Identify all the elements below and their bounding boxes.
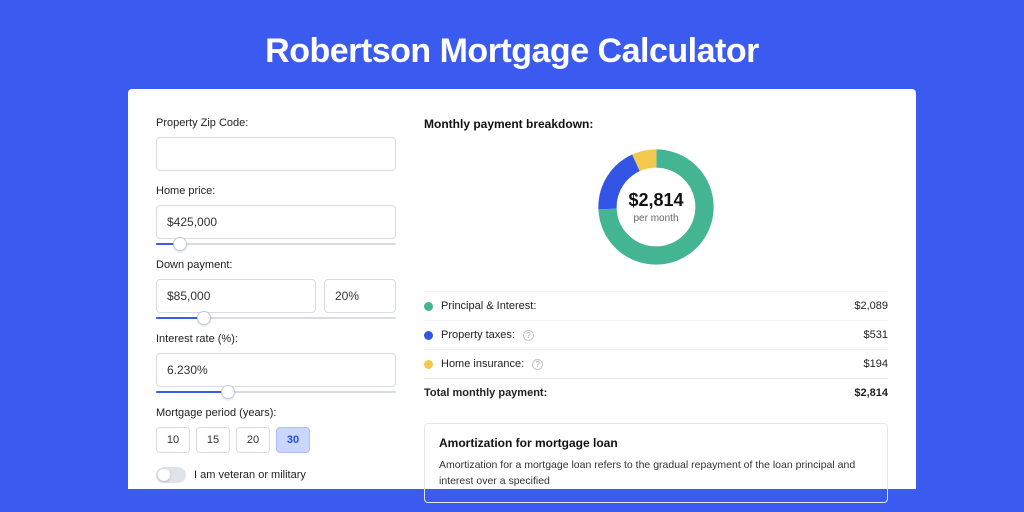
calculator-card: Property Zip Code: Home price: Down paym… [128, 89, 916, 489]
down-payment-slider-thumb[interactable] [197, 311, 211, 325]
legend-total-value: $2,814 [854, 387, 888, 399]
legend-row-total: Total monthly payment: $2,814 [424, 378, 888, 407]
donut-sub: per month [633, 213, 678, 224]
legend-total-label: Total monthly payment: [424, 387, 547, 399]
interest-input[interactable] [156, 353, 396, 387]
amortization-box: Amortization for mortgage loan Amortizat… [424, 423, 888, 503]
page-title: Robertson Mortgage Calculator [0, 0, 1024, 89]
down-payment-pct-input[interactable] [324, 279, 396, 313]
donut-amount: $2,814 [628, 190, 683, 211]
period-option-30[interactable]: 30 [276, 427, 310, 453]
amortization-text: Amortization for a mortgage loan refers … [439, 458, 873, 490]
interest-label: Interest rate (%): [156, 333, 396, 345]
form-column: Property Zip Code: Home price: Down paym… [156, 117, 396, 489]
veteran-label: I am veteran or military [194, 469, 306, 481]
amortization-title: Amortization for mortgage loan [439, 436, 873, 450]
period-field-group: Mortgage period (years): 10152030 [156, 407, 396, 453]
interest-slider-fill [156, 391, 228, 393]
interest-slider[interactable] [156, 391, 396, 393]
breakdown-column: Monthly payment breakdown: $2,814 per mo… [424, 117, 888, 489]
donut-wrap: $2,814 per month [424, 143, 888, 271]
home-price-slider[interactable] [156, 243, 396, 245]
legend-label: Principal & Interest: [441, 300, 536, 312]
veteran-row: I am veteran or military [156, 467, 396, 483]
info-icon[interactable]: ? [532, 359, 543, 370]
legend-value: $2,089 [854, 300, 888, 312]
legend-row: Property taxes:? $531 [424, 320, 888, 349]
period-option-20[interactable]: 20 [236, 427, 270, 453]
home-price-field-group: Home price: [156, 185, 396, 245]
period-option-10[interactable]: 10 [156, 427, 190, 453]
down-payment-slider[interactable] [156, 317, 396, 319]
veteran-toggle-knob [158, 469, 170, 481]
breakdown-heading: Monthly payment breakdown: [424, 117, 888, 131]
veteran-toggle[interactable] [156, 467, 186, 483]
zip-input[interactable] [156, 137, 396, 171]
down-payment-field-group: Down payment: [156, 259, 396, 319]
home-price-label: Home price: [156, 185, 396, 197]
period-option-15[interactable]: 15 [196, 427, 230, 453]
zip-label: Property Zip Code: [156, 117, 396, 129]
donut-center: $2,814 per month [592, 143, 720, 271]
info-icon[interactable]: ? [523, 330, 534, 341]
legend-label: Property taxes: [441, 329, 515, 341]
interest-field-group: Interest rate (%): [156, 333, 396, 393]
interest-slider-thumb[interactable] [221, 385, 235, 399]
legend-value: $531 [864, 329, 888, 341]
period-options: 10152030 [156, 427, 396, 453]
legend-row: Home insurance:? $194 [424, 349, 888, 378]
period-label: Mortgage period (years): [156, 407, 396, 419]
legend-label: Home insurance: [441, 358, 524, 370]
legend-value: $194 [864, 358, 888, 370]
legend-row: Principal & Interest: $2,089 [424, 291, 888, 320]
legend-dot-icon [424, 360, 433, 369]
home-price-slider-thumb[interactable] [173, 237, 187, 251]
home-price-input[interactable] [156, 205, 396, 239]
legend-dot-icon [424, 331, 433, 340]
legend-list: Principal & Interest: $2,089 Property taxe… [424, 291, 888, 378]
down-payment-label: Down payment: [156, 259, 396, 271]
donut-chart: $2,814 per month [592, 143, 720, 271]
legend-dot-icon [424, 302, 433, 311]
down-payment-input[interactable] [156, 279, 316, 313]
zip-field-group: Property Zip Code: [156, 117, 396, 171]
